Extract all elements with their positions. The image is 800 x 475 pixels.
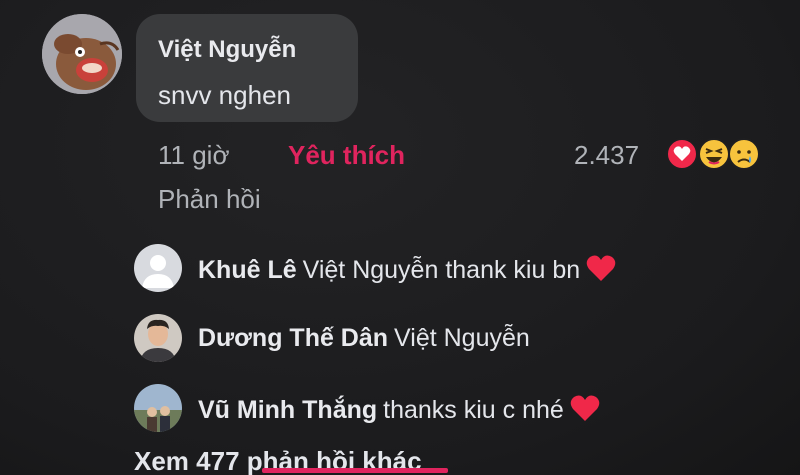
heart-emoji-icon xyxy=(586,255,616,281)
sad-reaction-icon xyxy=(728,138,760,170)
reply-text: thanks kiu c nhé xyxy=(383,396,564,424)
comment-bubble[interactable]: Việt Nguyễn snvv nghen xyxy=(136,14,358,122)
avatar[interactable] xyxy=(134,314,182,362)
reaction-count[interactable]: 2.437 xyxy=(574,140,639,171)
reply-text: Việt Nguyễn xyxy=(394,324,530,352)
haha-reaction-icon xyxy=(698,138,730,170)
avatar[interactable] xyxy=(42,14,122,94)
avatar[interactable] xyxy=(134,384,182,432)
avatar[interactable] xyxy=(134,244,182,292)
comment-timestamp[interactable]: 11 giờ xyxy=(158,140,230,171)
default-user-icon xyxy=(134,244,182,292)
user-photo-icon xyxy=(134,314,182,362)
reply-author[interactable]: Vũ Minh Thắng xyxy=(198,396,377,424)
reply-button[interactable]: Phản hồi xyxy=(158,184,261,215)
underline-highlight xyxy=(262,468,448,473)
reply-author[interactable]: Khuê Lê xyxy=(198,256,297,284)
reaction-summary[interactable] xyxy=(664,136,764,172)
reply-author[interactable]: Dương Thế Dân xyxy=(198,324,388,352)
comment-thread: Việt Nguyễn snvv nghen 11 giờ Yêu thích … xyxy=(0,0,800,475)
user-photo-icon xyxy=(134,384,182,432)
comment-author[interactable]: Việt Nguyễn xyxy=(158,36,296,64)
cartoon-avatar-icon xyxy=(42,14,122,94)
like-button[interactable]: Yêu thích xyxy=(288,140,405,171)
comment-text: snvv nghen xyxy=(158,80,291,110)
heart-emoji-icon xyxy=(570,395,600,421)
reply-text: Việt Nguyễn thank kiu bn xyxy=(302,256,581,284)
love-reaction-icon xyxy=(666,138,698,170)
